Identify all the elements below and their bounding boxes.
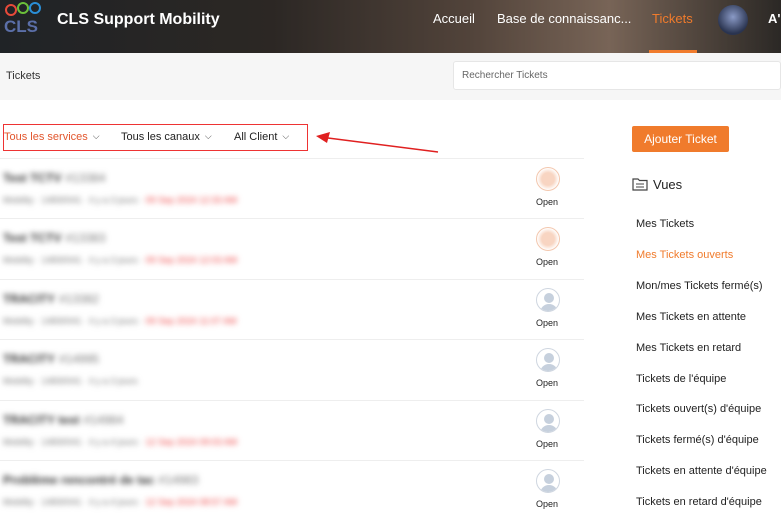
ticket-meta-text: Mobility · 14830041 · il y a 3 jours · (3, 195, 146, 205)
ticket-title: Test TCTV #13384 (3, 171, 106, 185)
ticket-id: #14995 (59, 352, 100, 366)
nav-active-indicator (649, 50, 697, 53)
annotation-arrow (316, 132, 439, 153)
folder-icon (632, 178, 648, 191)
nav-knowledge-base[interactable]: Base de connaissanc... (497, 11, 631, 26)
ticket-date: 09 Sep 2024 11:07 AM (145, 316, 237, 326)
user-avatar-icon (536, 469, 560, 493)
view-my-closed-tickets[interactable]: Mon/mes Tickets fermé(s) (636, 280, 763, 292)
assignee-avatar (536, 167, 560, 191)
ticket-meta: Mobility · 14830041 · il y a 4 jours · 1… (3, 437, 237, 447)
user-avatar-icon (536, 348, 560, 372)
ticket-meta-text: Mobility · 14830041 · il y a 3 jours · (3, 316, 146, 326)
breadcrumb: Tickets (6, 70, 41, 82)
ticket-title: Problème rencontré de tac #14983 (3, 473, 198, 487)
ticket-meta: Mobility · 14830041 · il y a 4 jours · 1… (3, 497, 237, 507)
status-label: Open (536, 257, 559, 267)
view-my-overdue-tickets[interactable]: Mes Tickets en retard (636, 342, 741, 354)
filter-channels-label: Tous les canaux (121, 131, 200, 143)
user-avatar[interactable] (718, 5, 748, 35)
ticket-id: #13383 (65, 231, 106, 245)
ticket-meta: Mobility · 14830041 · il y a 3 jours · 0… (3, 316, 236, 326)
chevron-down-icon: ⌵ (204, 131, 212, 141)
status-label: Open (536, 318, 559, 328)
view-team-overdue-tickets[interactable]: Tickets en retard d'équipe (636, 496, 762, 508)
ticket-id: #13384 (65, 171, 106, 185)
header-extra-text[interactable]: A' (768, 11, 780, 26)
ticket-date: 09 Sep 2024 12:03 AM (145, 255, 238, 265)
ticket-row[interactable]: Test TCTV #13384 Mobility · 14830041 · il… (0, 158, 584, 219)
ticket-title: TRACITY #13382 (3, 292, 99, 306)
view-team-open-tickets[interactable]: Tickets ouvert(s) d'équipe (636, 403, 761, 415)
ticket-title-text: TRACITY (3, 292, 55, 306)
user-avatar-icon (536, 409, 560, 433)
ticket-title-text: TRACITY test (3, 413, 80, 427)
views-title: Vues (653, 177, 683, 192)
view-my-open-tickets[interactable]: Mes Tickets ouverts (636, 249, 733, 261)
ticket-row[interactable]: TRACITY #14995 Mobility · 14830041 · il y… (0, 339, 584, 400)
ticket-row[interactable]: Problème rencontré de tac #14983 Mobility… (0, 460, 584, 521)
ticket-meta: Mobility · 14830041 · il y a 3 jours · 0… (3, 255, 237, 265)
ticket-id: #14983 (158, 473, 199, 487)
filter-client-label: All Client (234, 131, 278, 143)
logo-text: CLS (4, 17, 38, 36)
ticket-title-text: Test TCTV (3, 171, 62, 185)
chevron-down-icon: ⌵ (282, 131, 290, 141)
nav-tickets[interactable]: Tickets (652, 11, 693, 26)
cls-logo[interactable]: CLS (2, 2, 48, 36)
view-team-closed-tickets[interactable]: Tickets fermé(s) d'équipe (636, 434, 759, 446)
view-team-pending-tickets[interactable]: Tickets en attente d'équipe (636, 465, 767, 477)
ticket-title: TRACITY #14995 (3, 352, 99, 366)
status-label: Open (536, 499, 559, 509)
status-label: Open (536, 378, 559, 388)
view-team-tickets[interactable]: Tickets de l'équipe (636, 373, 726, 385)
nav-accueil[interactable]: Accueil (433, 11, 475, 26)
ticket-id: #14984 (83, 413, 124, 427)
search-input[interactable] (453, 61, 781, 90)
ticket-title-text: TRACITY (3, 352, 55, 366)
ticket-meta-text: Mobility · 14830041 · il y a 3 jours (3, 376, 138, 386)
ticket-title: TRACITY test #14984 (3, 413, 124, 427)
ticket-date: 12 Sep 2024 08:57 AM (145, 497, 238, 507)
ticket-title: Test TCTV #13383 (3, 231, 106, 245)
ticket-meta-text: Mobility · 14830041 · il y a 3 jours · (3, 255, 146, 265)
assignee-avatar (536, 227, 560, 251)
ticket-title-text: Problème rencontré de tac (3, 473, 155, 487)
user-avatar-icon (536, 288, 560, 312)
ticket-title-text: Test TCTV (3, 231, 62, 245)
ticket-row[interactable]: TRACITY test #14984 Mobility · 14830041 ·… (0, 400, 584, 461)
filter-bar: Tous les services ⌵ Tous les canaux ⌵ All … (3, 124, 308, 151)
ticket-id: #13382 (59, 292, 100, 306)
filter-services-label: Tous les services (4, 131, 88, 143)
brand-title[interactable]: CLS Support Mobility (57, 11, 220, 29)
ticket-meta: Mobility · 14830041 · il y a 3 jours (3, 376, 138, 386)
ticket-date: 12 Sep 2024 09:03 AM (145, 437, 238, 447)
top-header: CLS CLS Support Mobility Accueil Base de… (0, 0, 781, 53)
ticket-meta-text: Mobility · 14830041 · il y a 4 jours · (3, 437, 146, 447)
filter-channels[interactable]: Tous les canaux ⌵ (121, 131, 212, 143)
ticket-date: 09 Sep 2024 12:33 AM (145, 195, 238, 205)
ticket-meta-text: Mobility · 14830041 · il y a 4 jours · (3, 497, 146, 507)
view-my-tickets[interactable]: Mes Tickets (636, 218, 694, 230)
ticket-meta: Mobility · 14830041 · il y a 3 jours · 0… (3, 195, 237, 205)
filter-services[interactable]: Tous les services ⌵ (4, 131, 100, 143)
ticket-row[interactable]: TRACITY #13382 Mobility · 14830041 · il y… (0, 279, 584, 340)
filter-client[interactable]: All Client ⌵ (234, 131, 289, 143)
add-ticket-button[interactable]: Ajouter Ticket (632, 126, 729, 152)
status-label: Open (536, 439, 559, 449)
ticket-row[interactable]: Test TCTV #13383 Mobility · 14830041 · il… (0, 218, 584, 279)
view-my-pending-tickets[interactable]: Mes Tickets en attente (636, 311, 746, 323)
status-label: Open (536, 197, 559, 207)
chevron-down-icon: ⌵ (92, 131, 100, 141)
